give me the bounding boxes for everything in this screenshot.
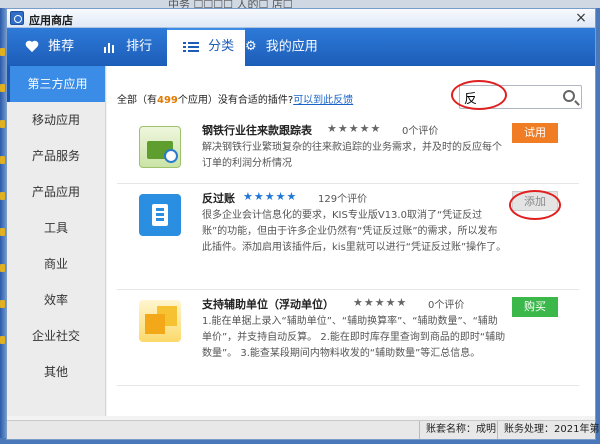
- category-sidebar: 第三方应用 移动应用 产品服务 产品应用 工具 商业 效率 企业社交 其他: [7, 66, 106, 416]
- steel-tracking-icon[interactable]: [139, 126, 181, 168]
- app-store-icon: [10, 11, 24, 25]
- app-list-panel: 全部（有499个应用）没有合适的插件?可以到此反馈 钢铁行业往来款跟踪表 ★★★…: [107, 66, 595, 416]
- search-icon[interactable]: [563, 90, 575, 102]
- rating-count: 129个评价: [318, 194, 368, 205]
- tab-category-label: 分类: [208, 39, 235, 54]
- tab-ranking-label: 排行: [126, 39, 153, 54]
- account-name: 账套名称：成明: [419, 421, 496, 439]
- background-app-strip: 中务 ☐☐☐☐ 人的☐ 店☐: [0, 0, 600, 11]
- app-description: 1.能在单据上录入“辅助单位”、“辅助换算率”、“辅助数量”、“辅助单价”，并支…: [202, 316, 506, 359]
- app-name[interactable]: 钢铁行业往来款跟踪表: [202, 122, 312, 138]
- top-navbar: 推荐 排行 分类 ⚙ 我的应用: [7, 28, 595, 66]
- list-item: 支持辅助单位（浮动单位） ★★★★★ 0个评价 1.能在单据上录入“辅助单位”、…: [117, 296, 579, 386]
- search-input[interactable]: [464, 88, 560, 106]
- sidebar-item-efficiency[interactable]: 效率: [7, 282, 105, 318]
- app-name[interactable]: 反过账: [202, 190, 235, 206]
- search-box: [459, 85, 582, 109]
- tab-recommend[interactable]: 推荐: [25, 28, 74, 66]
- app-count: 499: [157, 95, 178, 106]
- star-rating: ★★★★★: [327, 122, 382, 135]
- list-item: 反过账 ★★★★★ 129个评价 很多企业会计信息化的要求，KIS专业版V13.…: [117, 190, 579, 290]
- sidebar-item-tools[interactable]: 工具: [7, 210, 105, 246]
- sidebar-item-business[interactable]: 商业: [7, 246, 105, 282]
- heart-icon: [25, 41, 39, 53]
- star-rating: ★★★★★: [353, 296, 408, 309]
- accounting-period: 账务处理：2021年第2期: [497, 421, 600, 439]
- rating-count: 0个评价: [428, 300, 465, 311]
- auxiliary-unit-icon[interactable]: [139, 300, 181, 342]
- sidebar-item-enterprise-social[interactable]: 企业社交: [7, 318, 105, 354]
- rating-count: 0个评价: [402, 126, 439, 137]
- app-store-window: 应用商店 × 推荐 排行 分类 ⚙ 我的应用 第三方应用 移动应用 产品服务 产…: [6, 8, 600, 440]
- star-rating: ★★★★★: [243, 190, 298, 203]
- try-button[interactable]: 试用: [512, 123, 558, 143]
- tab-ranking[interactable]: 排行: [103, 28, 152, 66]
- close-icon[interactable]: ×: [573, 10, 589, 26]
- tab-my-apps-label: 我的应用: [265, 39, 318, 55]
- sidebar-item-product-apps[interactable]: 产品应用: [7, 174, 105, 210]
- gear-icon: ⚙: [245, 39, 257, 54]
- list-item: 钢铁行业往来款跟踪表 ★★★★★ 0个评价 解决钢铁行业繁琐复杂的往来款追踪的业…: [117, 122, 579, 184]
- buy-button[interactable]: 购买: [512, 297, 558, 317]
- titlebar: 应用商店 ×: [7, 9, 595, 28]
- result-summary: 全部（有499个应用）没有合适的插件?可以到此反馈: [117, 91, 353, 106]
- feedback-link[interactable]: 可以到此反馈: [293, 95, 353, 106]
- sidebar-item-third-party[interactable]: 第三方应用: [7, 66, 105, 102]
- tab-category[interactable]: 分类: [167, 28, 245, 66]
- reverse-posting-icon[interactable]: [139, 194, 181, 236]
- sidebar-item-mobile[interactable]: 移动应用: [7, 102, 105, 138]
- tab-my-apps[interactable]: ⚙ 我的应用: [245, 28, 318, 66]
- app-name[interactable]: 支持辅助单位（浮动单位）: [202, 296, 334, 312]
- tab-recommend-label: 推荐: [48, 39, 75, 54]
- summary-suffix: 个应用）没有合适的插件?: [177, 95, 294, 106]
- summary-prefix: 全部（有: [117, 95, 157, 106]
- app-description: 解决钢铁行业繁琐复杂的往来款追踪的业务需求，并及时的反应每个订单的利润分析情况: [202, 142, 502, 169]
- list-icon: [183, 41, 199, 52]
- sidebar-item-other[interactable]: 其他: [7, 354, 105, 390]
- add-button[interactable]: 添加: [512, 191, 558, 211]
- window-title: 应用商店: [29, 14, 73, 27]
- bar-chart-icon: [104, 42, 114, 53]
- status-bar: 账套名称：成明 账务处理：2021年第2期: [7, 420, 600, 439]
- sidebar-item-product-service[interactable]: 产品服务: [7, 138, 105, 174]
- app-description: 很多企业会计信息化的要求，KIS专业版V13.0取消了“凭证反过账”的功能，但由…: [202, 210, 507, 253]
